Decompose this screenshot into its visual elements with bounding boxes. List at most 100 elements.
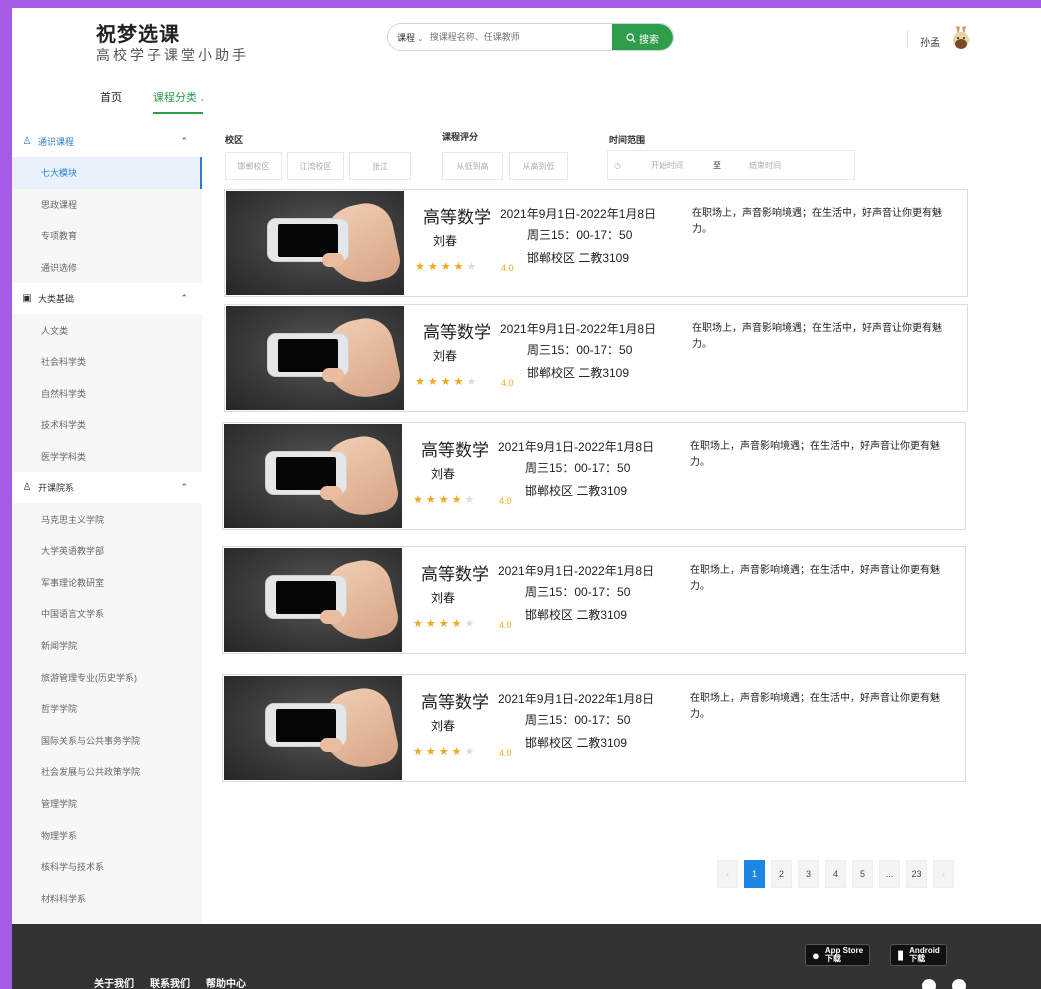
sidebar-item[interactable]: 旅游管理专业(历史学系)	[12, 661, 202, 693]
course-location: 邯郸校区 二教3109	[525, 736, 628, 750]
time-start-input[interactable]: 开始时间	[651, 160, 683, 171]
course-location: 邯郸校区 二教3109	[525, 608, 628, 622]
sidebar-item[interactable]: 大学英语教学部	[12, 535, 202, 567]
chevron-up-icon: ⌃	[180, 293, 188, 304]
course-card[interactable]: 高等数学 2021年9月1日-2022年1月8日 刘春 周三15：00-17：5…	[224, 189, 968, 297]
android-download-button[interactable]: ▮ Android 下载	[890, 944, 947, 966]
sidebar-item-seven-modules[interactable]: 七大模块	[12, 157, 202, 189]
page-button[interactable]: 2	[771, 860, 792, 888]
course-description: 在职场上，声音影响境遇；在生活中，好声音让你更有魅力。	[690, 693, 940, 720]
course-title[interactable]: 高等数学	[423, 318, 491, 343]
app-store-download-label: 下载	[824, 954, 841, 963]
nav-course-category[interactable]: 课程分类 ⌄	[153, 89, 206, 105]
course-time: 周三15：00-17：50	[525, 585, 631, 599]
page-button[interactable]: 3	[798, 860, 819, 888]
app-store-download-button[interactable]: ● App Store 下载	[805, 944, 871, 966]
clock-icon: ◷	[614, 160, 621, 170]
sidebar-item[interactable]: 军事理论教研室	[12, 567, 202, 599]
sidebar-group-general[interactable]: ♙ 通识课程 ⌃	[12, 126, 202, 157]
course-card[interactable]: 高等数学 2021年9月1日-2022年1月8日 刘春 周三15：00-17：5…	[222, 546, 966, 654]
sidebar-item[interactable]: 国际关系与公共事务学院	[12, 725, 202, 757]
sidebar-item[interactable]: 核科学与技术系	[12, 851, 202, 883]
sidebar-item[interactable]: 人文类	[12, 314, 202, 346]
footer-link-contact[interactable]: 联系我们	[150, 975, 190, 989]
prev-page-button[interactable]: ‹	[717, 860, 738, 888]
sidebar-item[interactable]: 医学学科类	[12, 441, 202, 473]
course-teacher: 刘春	[431, 467, 456, 481]
rating-option[interactable]: 从高到低	[509, 152, 568, 180]
sidebar-item[interactable]: 物理学系	[12, 819, 202, 851]
star-rating-icon: ★★★★★	[413, 618, 478, 630]
course-teacher: 刘春	[431, 719, 456, 733]
search-category-select[interactable]: 课程 ⌄	[388, 31, 424, 44]
course-title[interactable]: 高等数学	[421, 560, 489, 585]
course-location: 邯郸校区 二教3109	[525, 484, 628, 498]
next-page-button[interactable]: ›	[933, 860, 954, 888]
campus-option[interactable]: 邯郸校区	[225, 152, 282, 180]
campus-option[interactable]: 张江	[349, 152, 411, 180]
page-ellipsis: ...	[879, 860, 900, 888]
sidebar-item[interactable]: 新闻学院	[12, 630, 202, 662]
user-name[interactable]: 孙孟	[920, 34, 940, 49]
android-icon: ▮	[897, 947, 905, 962]
time-range-picker[interactable]: ◷ 开始时间 至 结束时间	[607, 150, 855, 180]
sidebar-group-label: 通识课程	[38, 137, 75, 147]
rating-option[interactable]: 从低到高	[442, 152, 503, 180]
course-thumbnail	[224, 424, 402, 528]
search-button[interactable]: 搜索	[612, 24, 673, 50]
app-name[interactable]: 祝梦选课	[96, 18, 180, 47]
avatar[interactable]	[950, 24, 972, 50]
sidebar-item[interactable]: 技术科学类	[12, 409, 202, 441]
course-title[interactable]: 高等数学	[423, 203, 491, 228]
header-divider	[907, 30, 908, 48]
thumb-image	[320, 738, 342, 752]
page-button[interactable]: 23	[906, 860, 927, 888]
course-card[interactable]: 高等数学 2021年9月1日-2022年1月8日 刘春 周三15：00-17：5…	[224, 304, 968, 412]
sidebar-item[interactable]: 专项教育	[12, 220, 202, 252]
wechat-icon[interactable]	[922, 979, 936, 989]
campus-option[interactable]: 江湾校区	[287, 152, 344, 180]
sidebar-item[interactable]: 自然科学类	[12, 378, 202, 410]
footer-link-about[interactable]: 关于我们	[94, 975, 134, 989]
page-button[interactable]: 5	[852, 860, 873, 888]
course-card[interactable]: 高等数学 2021年9月1日-2022年1月8日 刘春 周三15：00-17：5…	[222, 422, 966, 530]
course-thumbnail	[226, 191, 404, 295]
sidebar-item[interactable]: 哲学学院	[12, 693, 202, 725]
sidebar-group-label: 开课院系	[38, 483, 75, 494]
sidebar-item[interactable]: 管理学院	[12, 788, 202, 820]
sidebar-item[interactable]: 社会科学类	[12, 346, 202, 378]
course-card[interactable]: 高等数学 2021年9月1日-2022年1月8日 刘春 周三15：00-17：5…	[222, 674, 966, 782]
page-button-current[interactable]: 1	[744, 860, 765, 888]
course-date: 2021年9月1日-2022年1月8日	[500, 207, 657, 221]
course-rating: 4.0	[499, 496, 512, 506]
sidebar-item[interactable]: 材料科学系	[12, 882, 202, 914]
time-range-separator: 至	[712, 160, 721, 170]
time-end-input[interactable]: 结束时间	[749, 160, 781, 171]
thumb-image	[322, 368, 344, 382]
sidebar-item[interactable]: 社会发展与公共政策学院	[12, 756, 202, 788]
calendar-icon: ▣	[22, 293, 32, 305]
course-time: 周三15：00-17：50	[527, 343, 633, 357]
nav-home[interactable]: 首页	[100, 89, 122, 105]
sidebar-item[interactable]: 马克思主义学院	[12, 503, 202, 535]
thumb-image	[322, 253, 344, 267]
sidebar-group-departments[interactable]: ♙ 开课院系 ⌃	[12, 472, 202, 504]
course-thumbnail	[226, 306, 404, 410]
course-title[interactable]: 高等数学	[421, 436, 489, 461]
sidebar-item[interactable]: 思政课程	[12, 189, 202, 221]
sidebar-item[interactable]: 中国语言文学系	[12, 598, 202, 630]
course-description: 在职场上，声音影响境遇；在生活中，好声音让你更有魅力。	[690, 441, 940, 468]
course-rating: 4.0	[501, 263, 514, 273]
course-date: 2021年9月1日-2022年1月8日	[500, 322, 657, 336]
footer-link-help[interactable]: 帮助中心	[206, 975, 246, 989]
sidebar-group-foundation[interactable]: ▣ 大类基础 ⌃	[12, 283, 202, 315]
search-input[interactable]	[429, 32, 610, 42]
weibo-icon[interactable]	[952, 979, 966, 989]
thumb-image	[320, 486, 342, 500]
page-button[interactable]: 4	[825, 860, 846, 888]
chevron-down-icon: ⌄	[199, 94, 206, 103]
sidebar-item[interactable]: 通识选修	[12, 252, 202, 284]
course-date: 2021年9月1日-2022年1月8日	[498, 692, 655, 706]
person-icon: ♙	[22, 136, 32, 147]
course-title[interactable]: 高等数学	[421, 688, 489, 713]
